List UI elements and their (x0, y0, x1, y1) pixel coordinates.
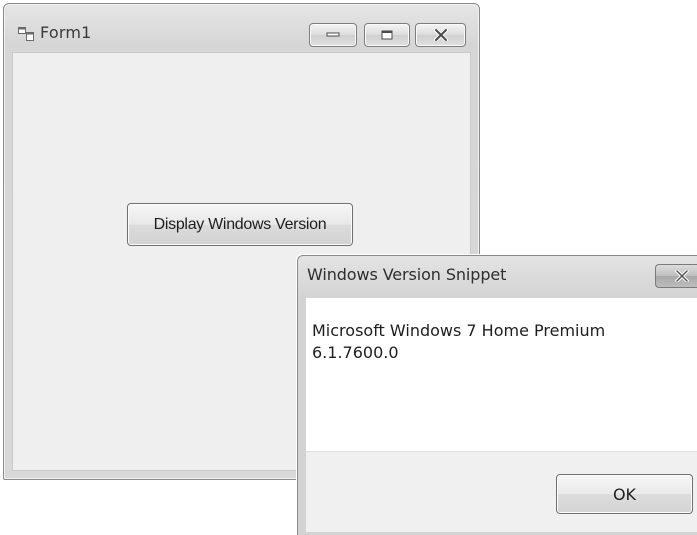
form1-titlebar[interactable]: Form1 (4, 4, 479, 52)
form-window-icon (18, 26, 34, 41)
message-box-close-button[interactable] (655, 264, 697, 288)
message-box-text: Microsoft Windows 7 Home Premium 6.1.760… (312, 320, 605, 364)
minimize-button[interactable] (309, 23, 357, 47)
os-version-text: 6.1.7600.0 (312, 343, 399, 362)
maximize-icon (381, 30, 393, 40)
close-button[interactable] (415, 23, 466, 47)
message-box-window: Windows Version Snippet Microsoft Window… (297, 255, 697, 535)
close-icon (675, 270, 689, 282)
minimize-icon (326, 32, 340, 37)
os-name-text: Microsoft Windows 7 Home Premium (312, 321, 606, 340)
form1-title: Form1 (40, 23, 92, 42)
message-box-title: Windows Version Snippet (307, 265, 507, 284)
maximize-button[interactable] (364, 23, 410, 47)
display-windows-version-button[interactable]: Display Windows Version (127, 203, 353, 246)
close-icon (433, 29, 448, 41)
ok-button[interactable]: OK (556, 474, 693, 514)
